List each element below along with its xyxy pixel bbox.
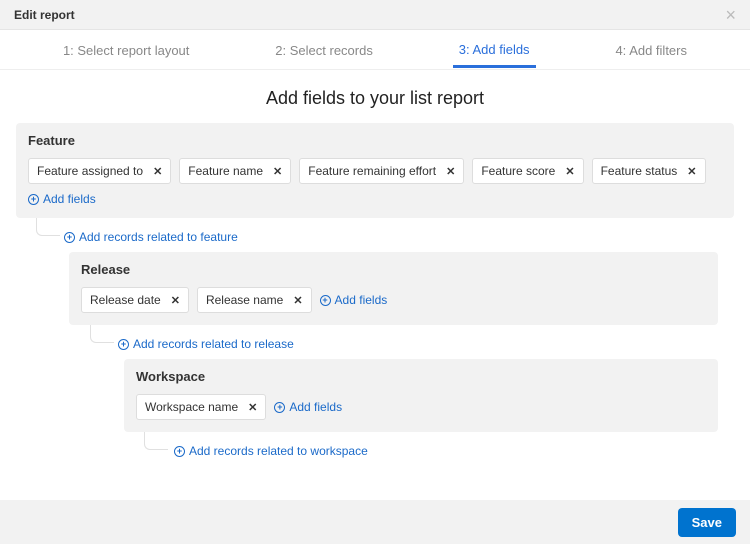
plus-circle-icon: + <box>320 295 331 306</box>
close-icon[interactable]: × <box>725 6 736 24</box>
chip-label: Feature name <box>188 164 263 178</box>
add-fields-workspace[interactable]: + Add fields <box>274 400 342 414</box>
add-fields-feature[interactable]: + Add fields <box>28 192 96 206</box>
feature-title: Feature <box>28 133 722 148</box>
add-fields-label: Add fields <box>289 400 342 414</box>
tab-add-fields[interactable]: 3: Add fields <box>453 32 536 68</box>
remove-icon[interactable]: ✕ <box>565 165 574 178</box>
tab-add-filters[interactable]: 4: Add filters <box>609 33 693 67</box>
add-fields-release[interactable]: + Add fields <box>320 293 388 307</box>
add-related-release[interactable]: + Add records related to release <box>118 337 294 351</box>
remove-icon[interactable]: ✕ <box>273 165 282 178</box>
plus-circle-icon: + <box>118 339 129 350</box>
tab-select-records[interactable]: 2: Select records <box>269 33 379 67</box>
chip-label: Workspace name <box>145 400 238 414</box>
remove-icon[interactable]: ✕ <box>446 165 455 178</box>
chip-label: Feature remaining effort <box>308 164 436 178</box>
field-chip[interactable]: Feature remaining effort ✕ <box>299 158 464 184</box>
field-chip[interactable]: Feature name ✕ <box>179 158 291 184</box>
feature-section: Feature Feature assigned to ✕ Feature na… <box>16 123 734 218</box>
plus-circle-icon: + <box>274 402 285 413</box>
chip-label: Release date <box>90 293 161 307</box>
plus-circle-icon: + <box>174 446 185 457</box>
workspace-section: Workspace Workspace name ✕ + Add fields <box>124 359 718 432</box>
remove-icon[interactable]: ✕ <box>293 294 302 307</box>
dialog-header: Edit report × <box>0 0 750 30</box>
related-label: Add records related to feature <box>79 230 238 244</box>
chip-label: Feature status <box>601 164 678 178</box>
step-tabs: 1: Select report layout 2: Select record… <box>0 30 750 70</box>
add-fields-label: Add fields <box>43 192 96 206</box>
dialog-footer: Save <box>0 500 750 544</box>
chip-label: Release name <box>206 293 283 307</box>
chip-label: Feature assigned to <box>37 164 143 178</box>
remove-icon[interactable]: ✕ <box>248 401 257 414</box>
remove-icon[interactable]: ✕ <box>171 294 180 307</box>
field-chip[interactable]: Release name ✕ <box>197 287 312 313</box>
dialog-title: Edit report <box>14 8 75 22</box>
workspace-title: Workspace <box>136 369 706 384</box>
page-title: Add fields to your list report <box>0 88 750 109</box>
plus-circle-icon: + <box>64 232 75 243</box>
release-section: Release Release date ✕ Release name ✕ + … <box>69 252 718 325</box>
chip-label: Feature score <box>481 164 555 178</box>
field-chip[interactable]: Feature score ✕ <box>472 158 583 184</box>
add-related-workspace[interactable]: + Add records related to workspace <box>174 444 368 458</box>
add-related-feature[interactable]: + Add records related to feature <box>64 230 238 244</box>
field-chip[interactable]: Feature assigned to ✕ <box>28 158 171 184</box>
plus-circle-icon: + <box>28 194 39 205</box>
remove-icon[interactable]: ✕ <box>687 165 696 178</box>
tab-select-layout[interactable]: 1: Select report layout <box>57 33 195 67</box>
related-label: Add records related to release <box>133 337 294 351</box>
release-title: Release <box>81 262 706 277</box>
add-fields-label: Add fields <box>335 293 388 307</box>
field-chip[interactable]: Release date ✕ <box>81 287 189 313</box>
field-chip[interactable]: Workspace name ✕ <box>136 394 266 420</box>
save-button[interactable]: Save <box>678 508 736 537</box>
remove-icon[interactable]: ✕ <box>153 165 162 178</box>
related-label: Add records related to workspace <box>189 444 368 458</box>
field-chip[interactable]: Feature status ✕ <box>592 158 706 184</box>
